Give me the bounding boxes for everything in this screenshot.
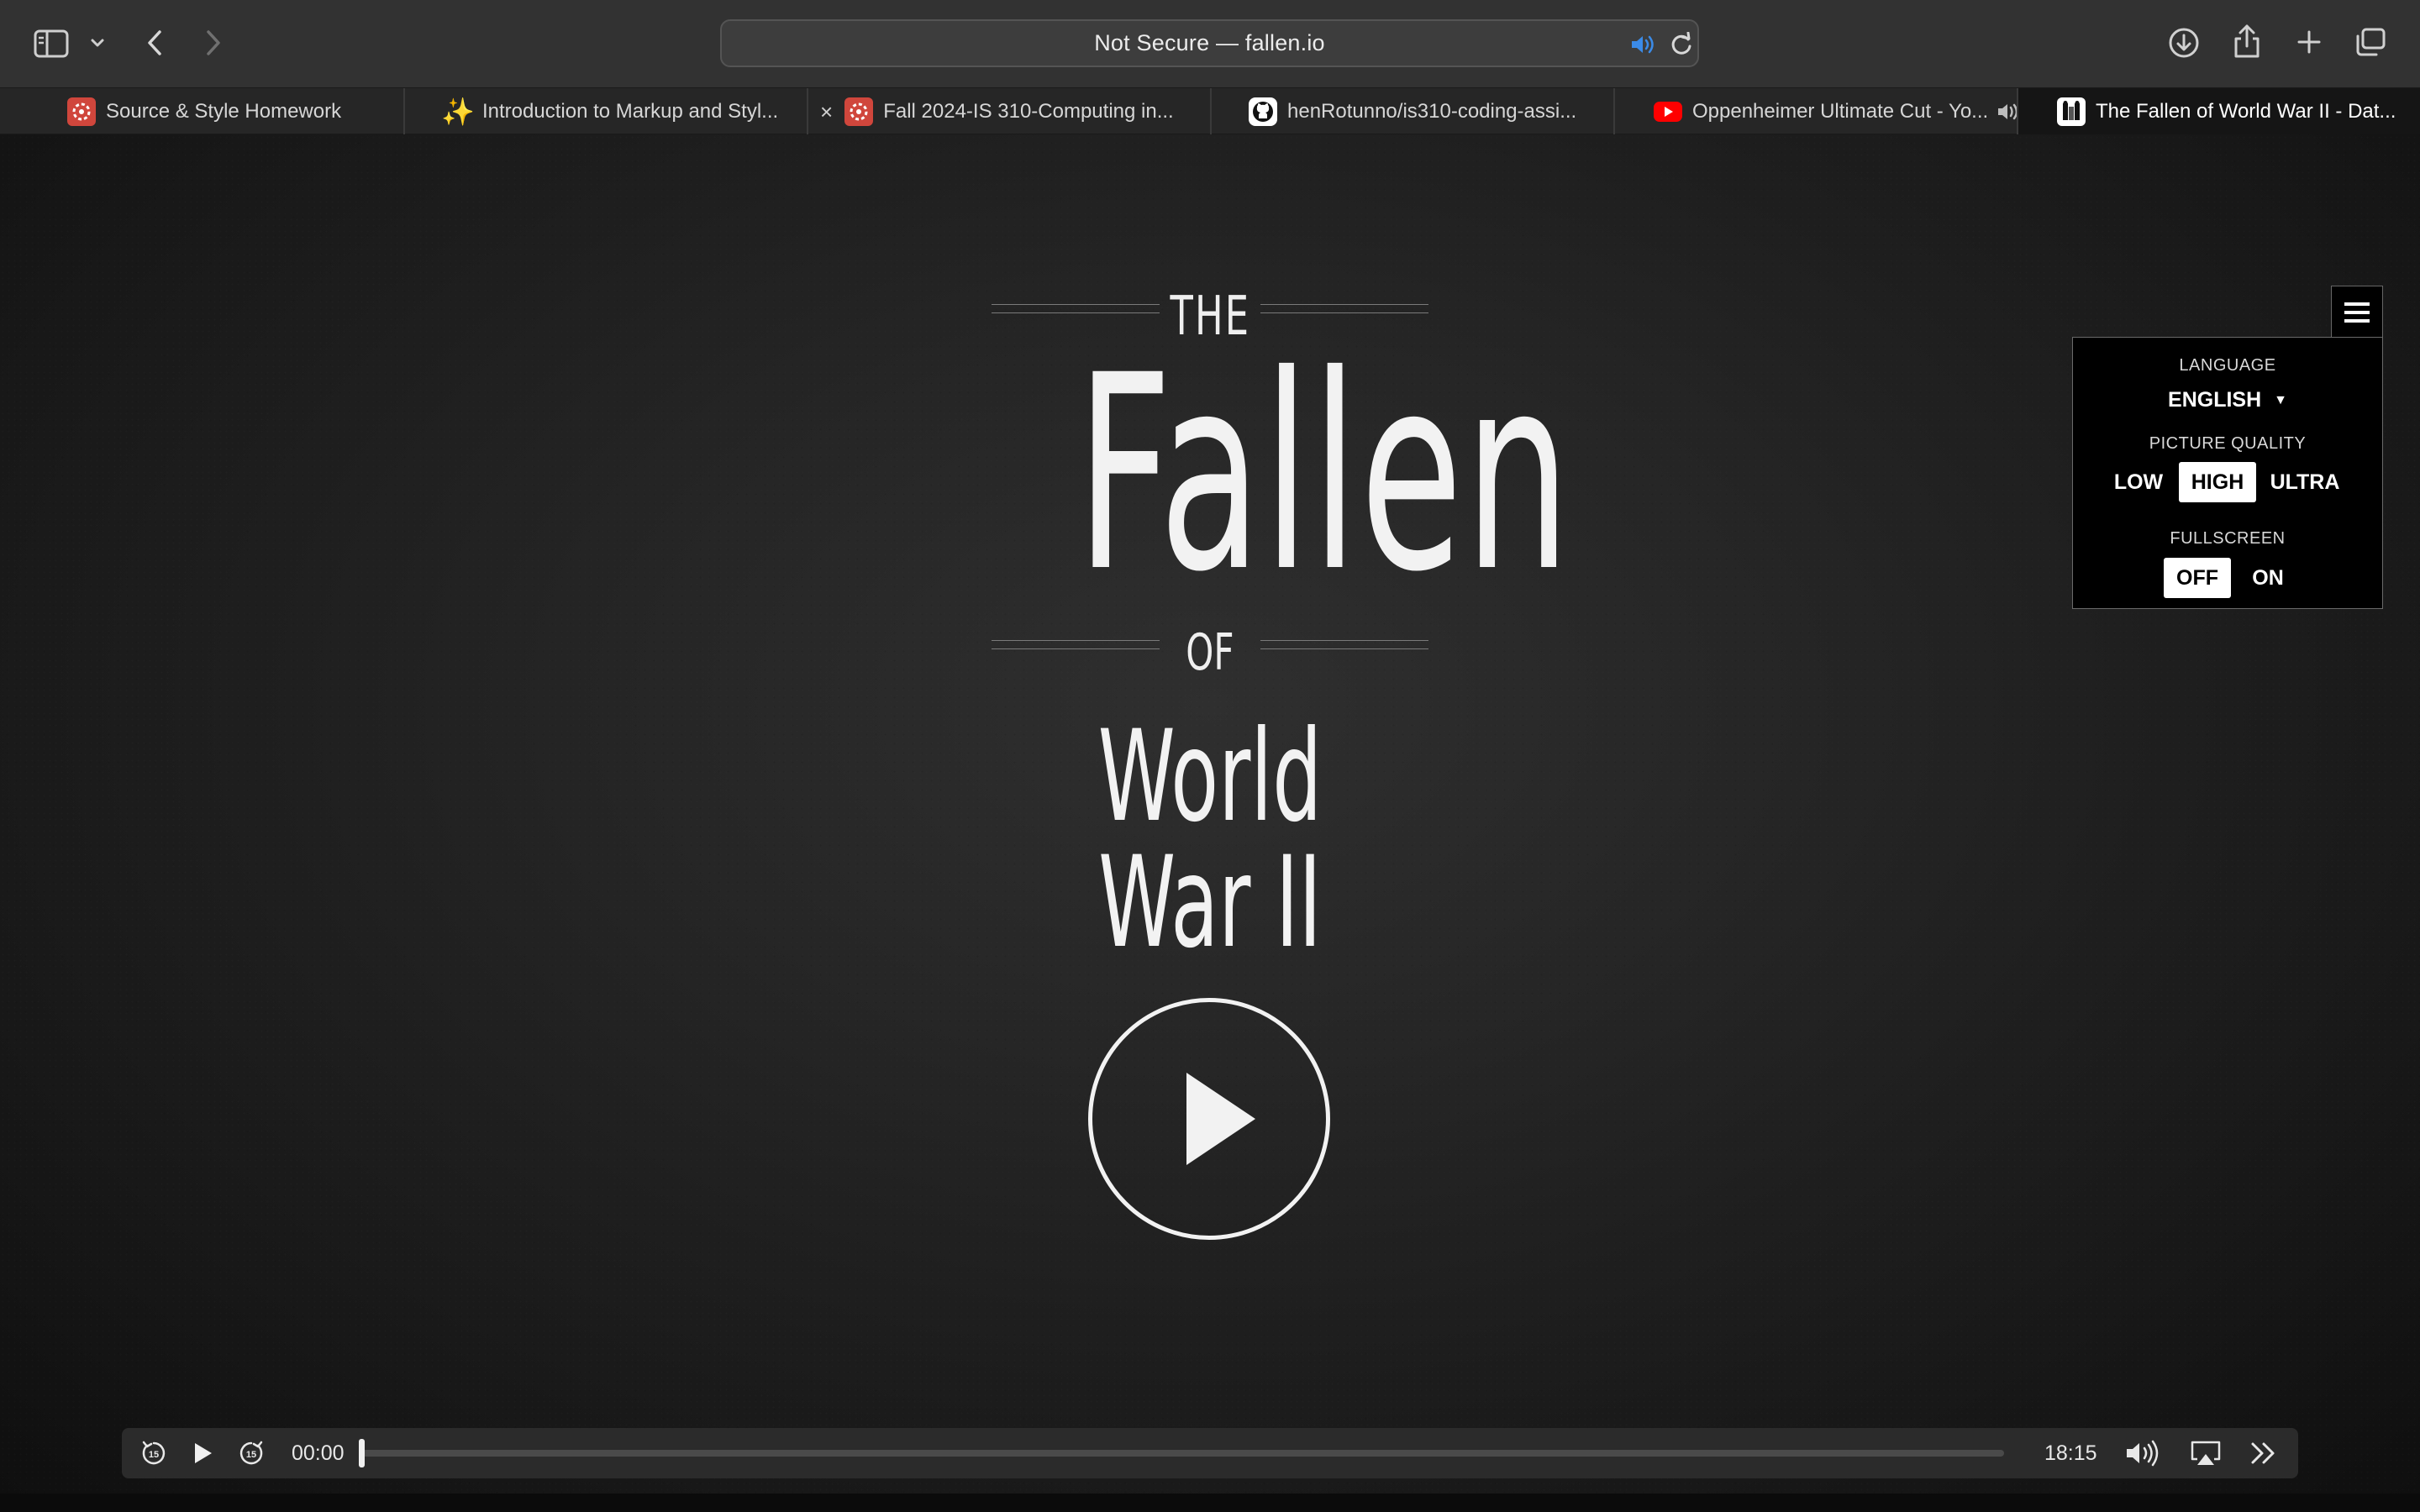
quality-high-option[interactable]: HIGH xyxy=(2179,462,2256,502)
share-icon xyxy=(2234,24,2260,58)
tab-audio-icon[interactable] xyxy=(1996,101,2018,123)
play-icon xyxy=(1186,1073,1255,1165)
tab-intro-markup[interactable]: ✨ Introduction to Markup and Styl... xyxy=(405,88,808,135)
tab-github-repo[interactable]: henRotunno/is310-coding-assi... xyxy=(1212,88,1615,135)
picture-quality-label: PICTURE QUALITY xyxy=(2149,434,2307,453)
bottom-edge xyxy=(0,1494,2420,1512)
speaker-icon xyxy=(1632,35,1654,54)
language-label: LANGUAGE xyxy=(2179,356,2276,375)
reload-button[interactable] xyxy=(1666,29,1697,60)
title-fallen: Fallen xyxy=(1076,318,1573,631)
current-time: 00:00 xyxy=(292,1441,345,1465)
sidebar-icon xyxy=(34,29,69,58)
svg-text:15: 15 xyxy=(149,1450,159,1460)
tab-audio-button[interactable] xyxy=(1628,29,1658,60)
tab-label: Source & Style Homework xyxy=(106,100,342,123)
reload-icon xyxy=(1671,32,1691,55)
airplay-icon xyxy=(2191,1441,2221,1465)
address-bar[interactable]: Not Secure — fallen.io xyxy=(720,19,1699,67)
video-control-bar: 15 15 00:00 18:15 xyxy=(122,1428,2298,1478)
share-button[interactable] xyxy=(2230,22,2264,60)
volume-button[interactable] xyxy=(2123,1436,2164,1470)
sidebar-toggle-button[interactable] xyxy=(32,27,71,60)
double-chevron-right-icon xyxy=(2251,1442,2275,1464)
settings-panel: LANGUAGE ENGLISH ▼ PICTURE QUALITY LOW H… xyxy=(2072,337,2383,609)
youtube-icon xyxy=(1654,102,1682,122)
more-controls-button[interactable] xyxy=(2246,1436,2281,1470)
big-play-button[interactable] xyxy=(1088,998,1330,1240)
title-of: OF xyxy=(1186,623,1234,682)
fallen-icon xyxy=(2057,97,2086,126)
close-tab-icon[interactable]: × xyxy=(820,99,833,125)
fullscreen-label: FULLSCREEN xyxy=(2170,529,2286,548)
plus-icon xyxy=(2297,30,2321,54)
video-page: THE Fallen OF World War II LANGUAGE ENGL… xyxy=(0,134,2420,1494)
progress-track[interactable] xyxy=(362,1450,2004,1457)
tab-fallen-ww2[interactable]: The Fallen of World War II - Dat... xyxy=(2018,88,2420,135)
title-world-war-ii: World War II xyxy=(1097,704,1323,976)
progress-scrubber[interactable] xyxy=(359,1439,365,1467)
volume-icon xyxy=(2127,1440,2159,1467)
chevron-left-icon xyxy=(148,30,161,55)
skip-back-15-button[interactable]: 15 xyxy=(139,1438,169,1468)
language-select[interactable]: ENGLISH ▼ xyxy=(2073,388,2382,412)
forward-button[interactable] xyxy=(200,25,227,60)
skip-forward-15-icon: 15 xyxy=(239,1441,263,1465)
github-icon xyxy=(1249,97,1277,126)
skip-back-15-icon: 15 xyxy=(142,1441,166,1465)
quality-ultra-option[interactable]: ULTRA xyxy=(2265,462,2345,502)
downloads-button[interactable] xyxy=(2166,25,2202,60)
tab-label: The Fallen of World War II - Dat... xyxy=(2096,100,2396,123)
url-text: Not Secure — fallen.io xyxy=(1094,30,1325,55)
tab-source-style-homework[interactable]: Source & Style Homework xyxy=(0,88,405,135)
play-button[interactable] xyxy=(187,1438,218,1468)
fullscreen-on-option[interactable]: ON xyxy=(2238,558,2298,598)
play-icon xyxy=(195,1443,212,1463)
chevron-right-icon xyxy=(207,30,220,55)
hamburger-icon xyxy=(2344,302,2370,323)
sparkles-icon: ✨ xyxy=(441,97,475,127)
duration: 18:15 xyxy=(2044,1441,2097,1465)
skip-forward-15-button[interactable]: 15 xyxy=(236,1438,266,1468)
tab-youtube-oppenheimer[interactable]: Oppenheimer Ultimate Cut - Yo... xyxy=(1615,88,2018,135)
airplay-button[interactable] xyxy=(2187,1436,2224,1470)
back-button[interactable] xyxy=(141,25,168,60)
tab-label: henRotunno/is310-coding-assi... xyxy=(1287,100,1577,123)
fullscreen-off-option[interactable]: OFF xyxy=(2164,558,2231,598)
tab-label: Introduction to Markup and Styl... xyxy=(482,100,779,123)
new-tab-button[interactable] xyxy=(2294,25,2324,59)
tab-bar: Source & Style Homework ✨ Introduction t… xyxy=(0,87,2420,135)
browser-toolbar: Not Secure — fallen.io xyxy=(0,0,2420,87)
tab-label: Fall 2024-IS 310-Computing in... xyxy=(883,100,1174,123)
download-icon xyxy=(2169,28,2199,58)
tab-overview-icon xyxy=(2356,28,2386,56)
quality-low-option[interactable]: LOW xyxy=(2105,462,2172,502)
tab-overview-button[interactable] xyxy=(2353,25,2388,59)
tab-label: Oppenheimer Ultimate Cut - Yo... xyxy=(1692,100,1989,123)
settings-menu-button[interactable] xyxy=(2331,286,2383,338)
svg-text:15: 15 xyxy=(246,1450,256,1460)
chevron-down-icon xyxy=(91,39,104,47)
tab-fall-2024-is310[interactable]: × Fall 2024-IS 310-Computing in... xyxy=(808,88,1212,135)
red-canvas-icon xyxy=(844,97,874,126)
caret-down-icon: ▼ xyxy=(2274,393,2287,408)
red-canvas-icon xyxy=(67,97,96,126)
tab-group-dropdown-button[interactable] xyxy=(87,30,108,55)
